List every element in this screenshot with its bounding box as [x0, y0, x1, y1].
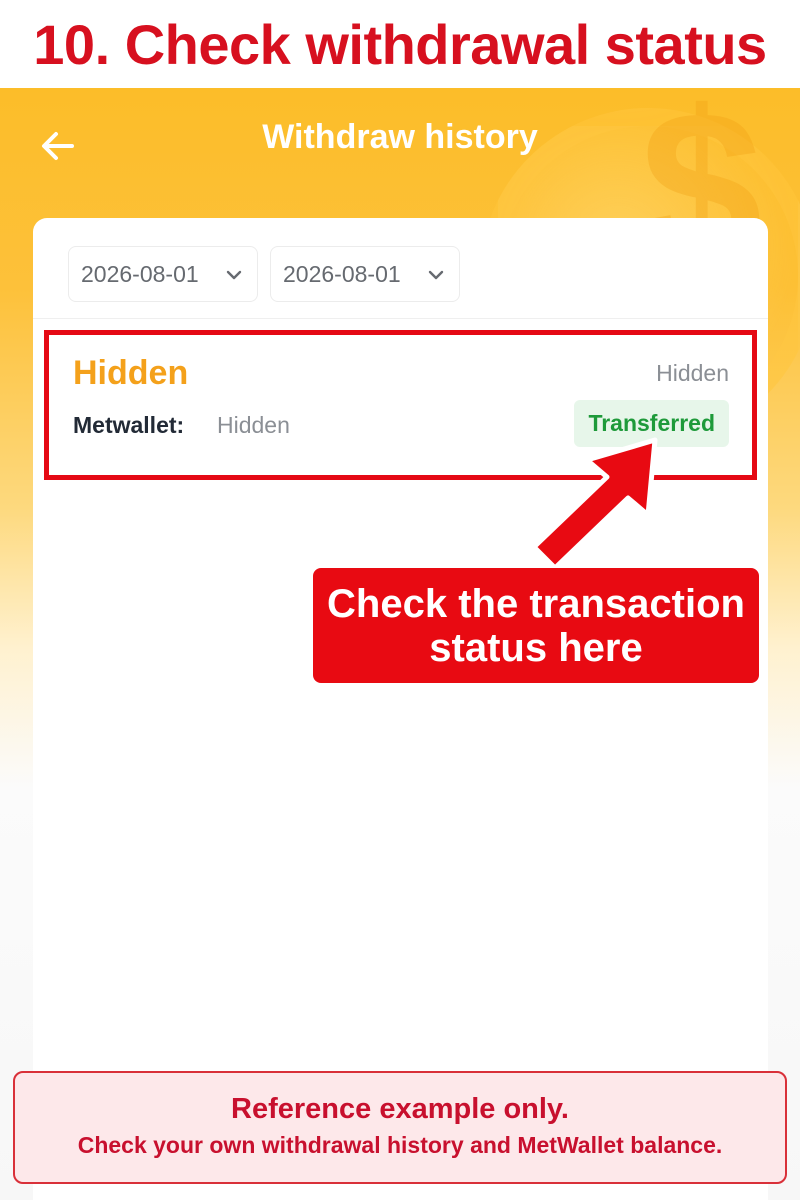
record-time: Hidden	[656, 360, 729, 386]
wallet-label: Metwallet:	[73, 412, 185, 438]
wallet-value: Hidden	[217, 412, 290, 438]
date-to-value: 2026-08-01	[283, 260, 401, 287]
callout-box: Check the transaction status here	[313, 568, 759, 683]
page-title: Withdraw history	[262, 118, 538, 156]
divider	[33, 318, 768, 319]
history-panel: 2026-08-01 2026-08-01 Hidden Hidden Metw…	[33, 218, 768, 1200]
disclaimer-box: Reference example only. Check your own w…	[13, 1071, 787, 1184]
chevron-down-icon	[428, 270, 444, 280]
record-name: Hidden	[73, 354, 189, 392]
chevron-down-icon	[226, 270, 242, 280]
date-to-dropdown[interactable]: 2026-08-01	[270, 246, 460, 302]
date-from-value: 2026-08-01	[81, 260, 199, 287]
arrow-up-right-icon	[531, 437, 658, 571]
step-title: 10. Check withdrawal status	[0, 0, 800, 88]
date-from-dropdown[interactable]: 2026-08-01	[68, 246, 258, 302]
disclaimer-line-1: Reference example only.	[231, 1093, 569, 1125]
disclaimer-line-2: Check your own withdrawal history and Me…	[77, 1132, 723, 1158]
